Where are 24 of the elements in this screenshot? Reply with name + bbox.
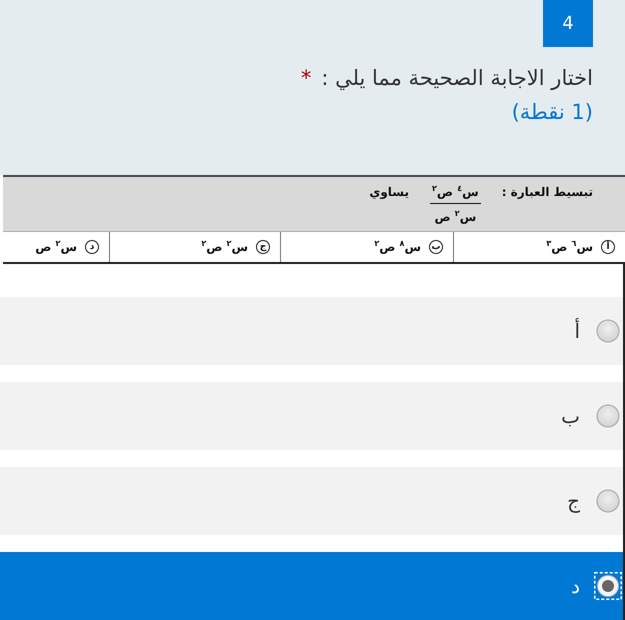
circled-letter: ج bbox=[256, 240, 270, 254]
points-label: (1 نقطة) bbox=[512, 99, 593, 126]
choice-expression: س$^{٦}$ ص$^{٣}$ bbox=[546, 240, 593, 254]
circled-letter: أ bbox=[601, 240, 615, 254]
answer-option[interactable]: ب bbox=[0, 382, 623, 450]
equals-text: يساوي bbox=[369, 184, 410, 201]
fraction-denominator: س$^{٢}$ ص bbox=[434, 208, 476, 226]
circled-letter: د bbox=[85, 240, 99, 254]
answer-option[interactable]: د bbox=[0, 552, 623, 620]
choice-expression: س$^{٢}$ ص bbox=[35, 240, 77, 254]
fraction-numerator: س$^{٤}$ ص$^{٢}$ bbox=[430, 183, 481, 204]
required-asterisk: * bbox=[300, 65, 312, 92]
choice-expression: س$^{٢}$ ص$^{٢}$ bbox=[201, 240, 248, 254]
circled-letter: ب bbox=[429, 240, 443, 254]
question-number: 4 bbox=[543, 0, 593, 47]
answer-option[interactable]: ج bbox=[0, 467, 623, 535]
prompt-text: تبسيط العبارة : bbox=[502, 184, 593, 201]
radio-button[interactable] bbox=[594, 402, 622, 430]
radio-button[interactable] bbox=[594, 487, 622, 515]
question-text: اختار الاجابة الصحيحة مما يلي : bbox=[321, 65, 593, 92]
radio-button[interactable] bbox=[594, 572, 622, 600]
radio-button[interactable] bbox=[594, 317, 622, 345]
answer-option[interactable]: أ bbox=[0, 297, 623, 365]
choice-expression: س$^{٨}$ ص$^{٢}$ bbox=[374, 240, 421, 254]
